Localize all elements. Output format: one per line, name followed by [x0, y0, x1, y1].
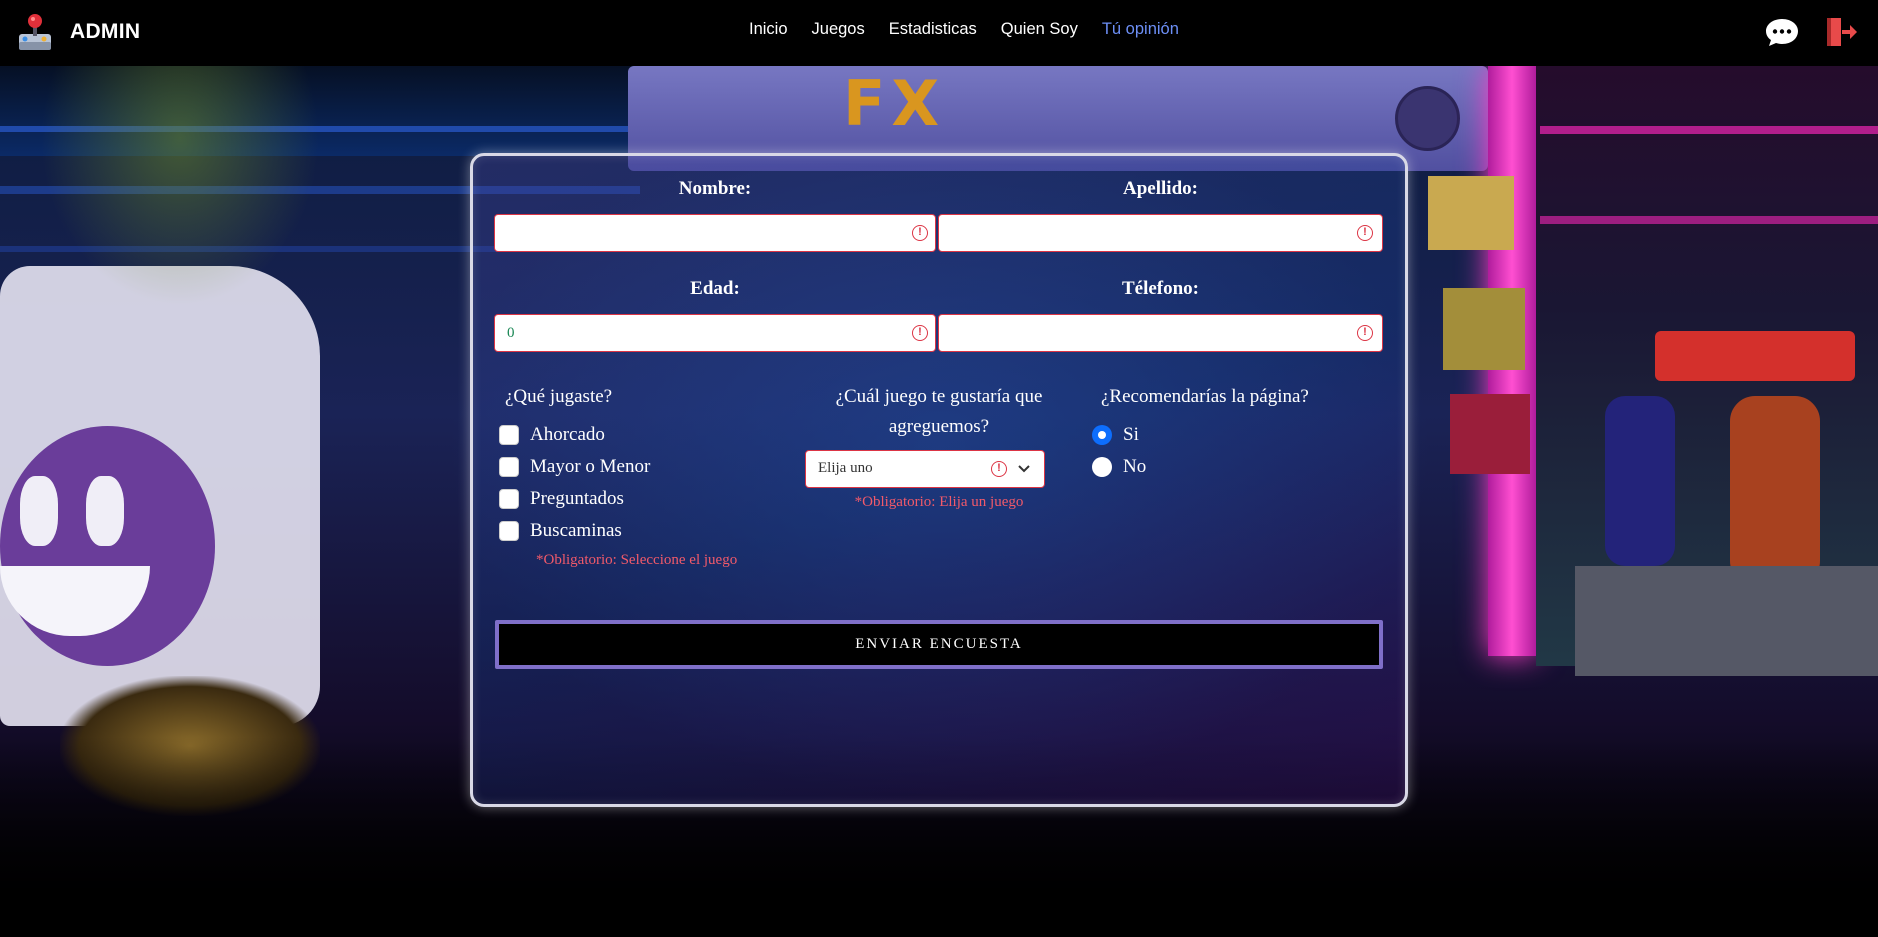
edad-input[interactable] [494, 314, 936, 352]
add-game-title-line1: ¿Cuál juego te gustaría que [835, 386, 1043, 407]
figure-orange [1730, 396, 1820, 586]
telefono-input[interactable] [938, 314, 1383, 352]
radio-label: No [1123, 456, 1147, 477]
arcade-marquee-art: FX [843, 67, 946, 140]
radio-button-checked[interactable] [1092, 425, 1112, 445]
figure-blue [1605, 396, 1675, 566]
checkbox[interactable] [499, 457, 519, 477]
chat-icon[interactable] [1764, 16, 1800, 48]
edad-warning-icon: ! [912, 325, 928, 341]
game-select[interactable]: Elija uno ! [805, 450, 1045, 488]
nav-link-tu-opinion[interactable]: Tú opinión [1102, 20, 1179, 39]
apellido-label: Apellido: [1123, 178, 1198, 199]
checkbox-row-mayor-o-menor[interactable]: Mayor o Menor [499, 456, 650, 478]
radio-button[interactable] [1092, 457, 1112, 477]
nav-links: Inicio Juegos Estadisticas Quien Soy Tú … [749, 20, 1203, 39]
checkbox-label: Buscaminas [530, 520, 622, 541]
submit-button[interactable]: ENVIAR ENCUESTA [495, 620, 1383, 669]
poster [1443, 288, 1525, 370]
nav-link-juegos[interactable]: Juegos [812, 20, 865, 39]
poster [1450, 394, 1530, 474]
chevron-down-icon [1018, 465, 1030, 473]
checkbox-label: Ahorcado [530, 424, 605, 445]
arcade-badge [1395, 86, 1460, 151]
nav-link-estadisticas[interactable]: Estadisticas [889, 20, 977, 39]
checkbox-label: Preguntados [530, 488, 624, 509]
checkbox-row-ahorcado[interactable]: Ahorcado [499, 424, 605, 446]
checkbox-row-buscaminas[interactable]: Buscaminas [499, 520, 622, 542]
radio-row-si[interactable]: Si [1092, 424, 1139, 446]
logout-icon[interactable] [1822, 16, 1858, 48]
select-warning-icon: ! [991, 461, 1007, 477]
nombre-label: Nombre: [678, 178, 752, 199]
navbar: ADMIN Inicio Juegos Estadisticas Quien S… [0, 0, 1878, 66]
recommend-title: ¿Recomendarías la página? [1101, 386, 1309, 407]
radio-label: Si [1123, 424, 1139, 445]
brand-title: ADMIN [70, 20, 141, 43]
poster [1428, 176, 1514, 250]
apellido-input[interactable] [938, 214, 1383, 252]
brand[interactable]: ADMIN [16, 12, 140, 52]
apellido-warning-icon: ! [1357, 225, 1373, 241]
select-value: Elija uno [818, 460, 873, 476]
plant-left [40, 66, 320, 306]
checkbox[interactable] [499, 521, 519, 541]
telefono-warning-icon: ! [1357, 325, 1373, 341]
checkbox[interactable] [499, 489, 519, 509]
telefono-label: Télefono: [1121, 278, 1200, 299]
mascot-eye [86, 476, 124, 546]
shelf-stripe [1540, 216, 1878, 224]
add-game-title-line2: agreguemos? [888, 416, 990, 437]
select-error: *Obligatorio: Elija un juego [854, 494, 1024, 510]
nav-right [1764, 16, 1858, 48]
nombre-input[interactable] [494, 214, 936, 252]
played-title: ¿Qué jugaste? [505, 386, 613, 407]
played-error: *Obligatorio: Seleccione el juego [536, 552, 738, 568]
nombre-warning-icon: ! [912, 225, 928, 241]
nav-link-inicio[interactable]: Inicio [749, 20, 788, 39]
checkbox-row-preguntados[interactable]: Preguntados [499, 488, 624, 510]
joystick-logo-icon [19, 14, 51, 50]
shop-sign [1655, 331, 1855, 381]
mascot-eye [20, 476, 58, 546]
edad-label: Edad: [690, 278, 740, 299]
checkbox[interactable] [499, 425, 519, 445]
counter [1575, 566, 1878, 676]
radio-row-no[interactable]: No [1092, 456, 1146, 478]
checkbox-label: Mayor o Menor [530, 456, 651, 477]
shelf-stripe [1540, 126, 1878, 134]
nav-link-quien-soy[interactable]: Quien Soy [1001, 20, 1078, 39]
